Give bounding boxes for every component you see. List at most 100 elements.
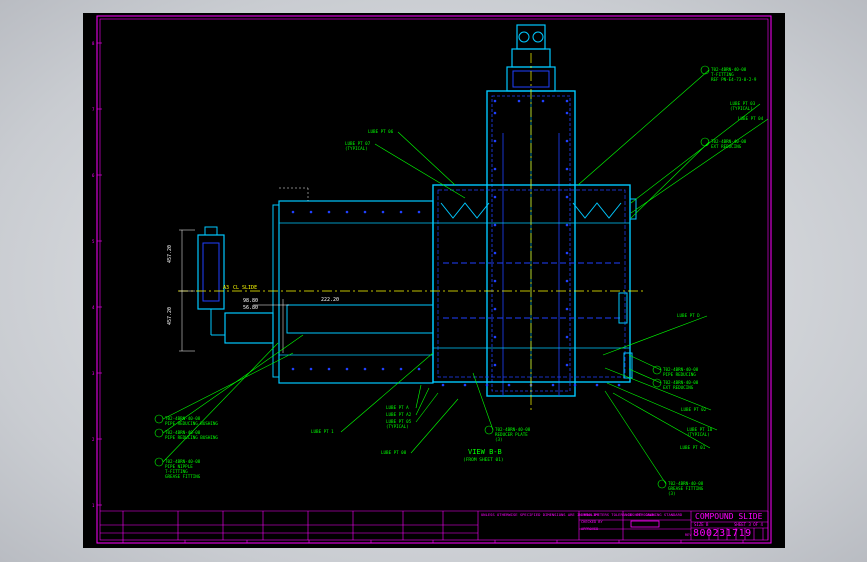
balloon [657,479,667,489]
carriage-body [432,184,631,383]
ruler-label: 1 [92,503,95,508]
view-label: VIEW B-B (FROM SHEET 01) [463,448,504,463]
bolt-hole [441,383,445,387]
callout-part-r4: T02-4BRN-40-08 EXT REDUCING [663,380,699,390]
bolt-hole [291,210,295,214]
callout-lube-05: LUBE PT 05 (TYPICAL) [386,419,412,429]
bolt-hole [493,223,497,227]
bolt-hole [595,383,599,387]
leader [628,354,662,371]
callout-part-r3: T02-4BRN-40-08 PIPE REDUCING [663,367,699,377]
balloon [700,137,710,147]
callout-part-bot: T02-4BRN-40-08 REDUCER PLATE (3) [495,427,531,442]
ruler-label: 8 [92,41,95,46]
balloon [700,65,710,75]
bolt-hole [345,367,349,371]
leader [397,131,456,186]
cad-viewport[interactable]: 8 7 6 5 4 3 2 1 457.20 457.20 98.80 56.80 222.2… [0,0,867,562]
bolt-hole [565,363,569,367]
callout-lube-10: LUBE PT 10 (TYPICAL) [687,427,713,437]
leader [415,387,430,416]
bolt-hole [565,111,569,115]
callout-lube-06: LUBE PT 06 [368,129,394,134]
tb-checked: CHECKED BY [581,520,603,524]
bolt-hole [551,383,555,387]
callout-lube-1: LUBE PT 1 [311,429,334,434]
callout-lube-04: LUBE PT 04 [738,116,764,121]
right-end-plate [618,198,637,379]
bolt-hole [573,383,577,387]
dim-axis: A3 [223,285,229,291]
tb-logo-box [630,520,660,528]
leader [415,384,422,409]
left-rail [272,187,434,384]
tb-drawn: DRAWN BY [581,513,599,517]
bolt-hole [417,210,421,214]
callout-lube-03: LUBE PT 03 (TYPICAL) [730,101,756,111]
bolt-hole [493,139,497,143]
bolt-hole [493,167,497,171]
bolt-hole [327,367,331,371]
view-ref: (FROM SHEET 01) [463,457,504,463]
bolt-hole [565,251,569,255]
bolt-hole [493,307,497,311]
leader-lines [154,65,769,489]
balloon [154,428,164,438]
callout-lube-a2: LUBE PT A2 [386,412,412,417]
bolt-hole [485,383,489,387]
leader [162,342,279,463]
dim-d2: 56.80 [243,305,258,311]
drawing-sheet: 8 7 6 5 4 3 2 1 457.20 457.20 98.80 56.80 222.2… [83,13,785,548]
technical-drawing: 8 7 6 5 4 3 2 1 457.20 457.20 98.80 56.80 222.2… [92,15,772,544]
bolt-hole [381,367,385,371]
ruler-label: 7 [92,107,95,112]
callouts: LUBE PT 06 LUBE PT 07 (TYPICAL) LUBE PT A LU… [165,67,764,496]
bolt-hole [565,335,569,339]
bolt-hole [493,195,497,199]
bolt-hole [541,99,545,103]
callout-part-l3: T02-4BRN-40-08 PIPE NIPPLE T-FITTING GREASE… [165,459,201,479]
ruler-label: 5 [92,239,95,244]
bolt-hole [345,210,349,214]
bolt-hole [565,139,569,143]
drawing-size: SIZE B [694,522,709,527]
ruler-label: 3 [92,371,95,376]
callout-lube-01: LUBE PT 01 [680,445,706,450]
dim-d1: 98.80 [243,298,258,304]
bolt-hole [493,111,497,115]
callout-lube-07: LUBE PT 07 (TYPICAL) [345,141,371,151]
dim-lower: 457.20 [167,307,173,325]
leader [577,69,710,186]
callout-part-l2: T02-4BRN-40-08 PIPE REDUCING BUSHING [165,430,218,440]
bolt-hole [399,210,403,214]
ruler-label: 6 [92,173,95,178]
bolt-hole [309,210,313,214]
callout-part-l1: T02-4BRN-40-08 PIPE REDUCING BUSHING [165,416,218,426]
bolt-hole [493,251,497,255]
bolt-hole [493,279,497,283]
leader [162,352,294,420]
bolt-hole [381,210,385,214]
bolt-hole [507,383,511,387]
slide-assembly [197,24,637,397]
leader [604,390,667,485]
tb-approved: APPROVED [581,527,598,531]
drawing-number: 800231719 [693,528,752,539]
drawing-title: COMPOUND SLIDE [695,512,763,521]
bolt-hole [517,99,521,103]
bolt-hole [565,279,569,283]
leader [630,141,710,219]
balloon [652,365,662,375]
bolt-hole [463,383,467,387]
title-block: UNLESS OTHERWISE SPECIFIED DIMENSIONS AR… [100,510,769,540]
bolt-hole [493,335,497,339]
callout-lube-a: LUBE PT A [386,405,409,410]
callout-lube-d: LUBE PT D [677,313,700,318]
callout-part-r1: T02-4BRN-40-08 T-FITTING REF PN-E4-73-0-2-… [711,67,757,82]
balloon [154,414,164,424]
ruler-label: 2 [92,437,95,442]
ruler-label: 4 [92,305,95,310]
tb-rev: REV [685,533,692,537]
bolt-hole [565,99,569,103]
dim-d3: 222.20 [321,297,339,303]
